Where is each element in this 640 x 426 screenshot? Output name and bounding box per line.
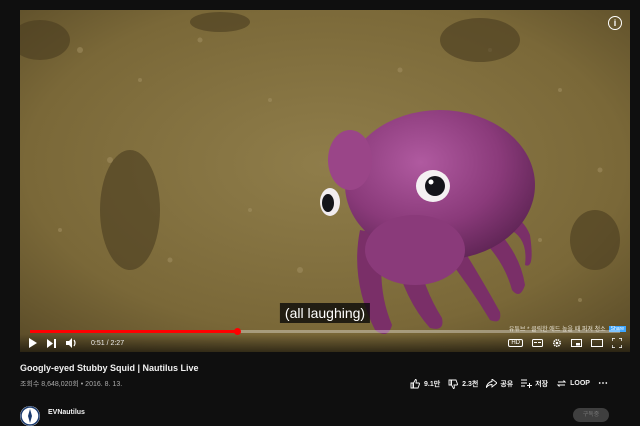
progress-bar[interactable] (30, 328, 620, 335)
like-count: 9.1만 (424, 380, 441, 388)
save-label: 저장 (535, 380, 549, 388)
loop-button[interactable]: LOOP (556, 379, 590, 388)
subtitles-icon[interactable] (532, 339, 543, 347)
caption-text: (all laughing) (279, 303, 371, 323)
playlist-add-icon (521, 379, 533, 388)
loop-icon (556, 380, 567, 387)
dislike-count: 2.3천 (462, 380, 479, 388)
progress-played (30, 330, 237, 333)
gear-icon[interactable] (552, 338, 562, 348)
miniplayer-icon[interactable] (571, 339, 582, 347)
channel-avatar[interactable] (20, 406, 40, 426)
time-display: 0:51 / 2:27 (91, 339, 125, 347)
thumbs-up-icon (410, 378, 420, 388)
theater-icon[interactable] (591, 339, 603, 347)
video-actions: 9.1만 2.3천 공유 저장 LOOP ⋯ (410, 378, 608, 389)
share-icon (486, 379, 498, 388)
subscribe-button[interactable]: 구독중 (573, 408, 609, 422)
play-icon[interactable] (28, 338, 37, 348)
info-icon[interactable]: i (608, 16, 622, 30)
fullscreen-icon[interactable] (612, 338, 622, 348)
volume-icon[interactable] (66, 338, 77, 348)
next-icon[interactable] (47, 338, 56, 348)
video-frame (20, 10, 630, 352)
video-player[interactable]: i (all laughing) 유튜브 * 클릭한 애드 높을 때 퍼져 청소… (20, 10, 630, 352)
share-label: 공유 (500, 380, 514, 388)
loop-label: LOOP (570, 380, 590, 387)
like-button[interactable]: 9.1만 (410, 378, 441, 389)
thumbs-down-icon (448, 379, 459, 389)
video-meta: 조회수 8,648,020회 • 2016. 8. 13. (20, 381, 123, 388)
share-button[interactable]: 공유 (486, 379, 513, 389)
more-options-icon[interactable]: ⋯ (598, 378, 608, 389)
hd-toggle[interactable]: HD (508, 339, 523, 347)
channel-name[interactable]: EVNautilus (48, 409, 85, 416)
dislike-button[interactable]: 2.3천 (448, 379, 478, 389)
player-controls: 0:51 / 2:27 HD (20, 334, 630, 352)
save-button[interactable]: 저장 (521, 379, 548, 389)
video-title: Googly-eyed Stubby Squid | Nautilus Live (20, 363, 199, 373)
